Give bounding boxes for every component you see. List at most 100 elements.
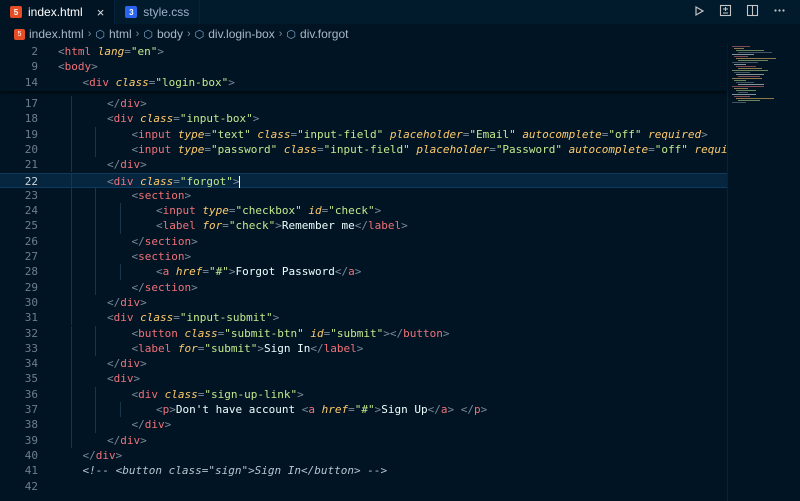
close-icon[interactable]: ×: [97, 5, 105, 20]
code-token: </: [107, 357, 121, 371]
code-token: >: [228, 75, 235, 89]
code-line[interactable]: 39 </div>: [0, 432, 727, 448]
indent-guide: [95, 417, 96, 433]
breadcrumb-file[interactable]: 5 index.html: [14, 27, 84, 41]
code-text: <label for="submit">Sign In</label>: [132, 341, 364, 356]
breadcrumb-forgot[interactable]: ⬡ div.forgot: [286, 27, 348, 41]
breadcrumb-html[interactable]: ⬡ html: [95, 27, 131, 41]
code-text: </div>: [107, 356, 147, 371]
code-token: "text": [211, 127, 251, 141]
code-token: >: [184, 188, 192, 202]
breadcrumb-login-box[interactable]: ⬡ div.login-box: [195, 27, 275, 41]
code-line[interactable]: 34 </div>: [0, 356, 727, 372]
sticky-scroll-header[interactable]: 2 <html lang="en"> 9 <body> 14 <div class="lo…: [0, 44, 727, 91]
code-line[interactable]: 17 </div>: [0, 96, 727, 112]
code-line[interactable]: 41 <!-- <button class="sign">Sign In</but…: [0, 463, 727, 478]
code-token: "input-field": [297, 127, 384, 141]
code-text: <label for="check">Remember me</label>: [156, 218, 408, 233]
code-line[interactable]: 33 <label for="submit">Sign In</label>: [0, 340, 727, 357]
line-number: 30: [24, 295, 38, 309]
code-line[interactable]: 36 <div class="sign-up-link">: [0, 386, 727, 402]
tab-index-html[interactable]: 5 index.html ×: [0, 0, 116, 24]
code-token: </: [427, 403, 441, 416]
breadcrumb-body[interactable]: ⬡ body: [143, 27, 183, 41]
code-token: div: [120, 158, 141, 172]
indent-guide: [70, 141, 72, 158]
code-line[interactable]: 9 <body>: [0, 59, 727, 74]
indent-guide: [70, 218, 72, 234]
code-token: div: [89, 75, 109, 89]
indent-guide: [70, 233, 72, 249]
code-line[interactable]: 27 <section>: [0, 249, 727, 265]
code-line[interactable]: 31 <div class="input-submit">: [0, 310, 727, 326]
minimap-line: [732, 94, 756, 95]
code-token: >: [480, 403, 488, 416]
code-line[interactable]: 24 <input type="checkbox" id="check">: [0, 203, 727, 219]
line-number: 37: [24, 403, 38, 416]
code-token: "submit-btn": [224, 326, 304, 340]
code-line[interactable]: 38 </div>: [0, 417, 727, 433]
indent-guide: [119, 264, 121, 280]
code-token: placeholder: [416, 142, 490, 156]
code-line[interactable]: 35 <div>: [0, 371, 727, 387]
code-token: type: [202, 204, 229, 218]
code-token: input: [138, 127, 172, 141]
code-line[interactable]: 2 <html lang="en">: [0, 44, 727, 59]
code-text: <div class="forgot">: [107, 174, 241, 189]
code-token: label: [367, 219, 402, 233]
code-token: >: [91, 60, 98, 74]
code-text: <html lang="en">: [58, 44, 164, 59]
code-token: "submit": [204, 341, 258, 355]
code-token: =: [204, 142, 211, 156]
code-line[interactable]: 21 </div>: [0, 157, 727, 173]
code-line[interactable]: 14 <div class="login-box">: [0, 75, 727, 90]
code-line[interactable]: 29 </section>: [0, 279, 727, 295]
code-line[interactable]: 26 </section>: [0, 233, 727, 249]
code-token: <: [107, 372, 114, 386]
code-token: </: [107, 158, 121, 172]
code-line[interactable]: 18 <div class="input-box">: [0, 111, 727, 127]
line-number: 2: [31, 45, 38, 58]
indent-guide: [70, 173, 72, 189]
code-editor[interactable]: 17 </div> 18 <div class="input-box"> 19 <inpu…: [0, 44, 727, 501]
more-actions-icon[interactable]: [773, 4, 786, 20]
code-line[interactable]: 32 <button class="submit-btn" id="submit"…: [0, 325, 727, 341]
minimap-line: [738, 92, 748, 93]
run-icon[interactable]: [693, 5, 705, 20]
code-token: type: [177, 142, 205, 156]
tab-style-css[interactable]: 3 style.css: [115, 0, 201, 24]
code-token: href: [175, 265, 203, 279]
code-token: </: [131, 234, 145, 248]
line-number: 34: [24, 357, 38, 371]
code-text: </section>: [132, 234, 198, 249]
code-line[interactable]: 23 <section>: [0, 187, 727, 204]
code-line[interactable]: 25 <label for="check">Remember me</label>: [0, 218, 727, 234]
code-token: =: [173, 311, 180, 325]
split-editor-icon[interactable]: [746, 4, 759, 20]
code-token: =: [222, 219, 229, 233]
code-token: div: [95, 448, 116, 462]
html5-icon: 5: [10, 6, 22, 18]
code-line[interactable]: 22 <div class="forgot">: [0, 172, 727, 189]
code-line[interactable]: 20 <input type="password" class="input-fi…: [0, 141, 727, 158]
minimap-line: [736, 66, 756, 67]
minimap-line: [738, 52, 772, 53]
minimap[interactable]: [727, 44, 800, 501]
code-line[interactable]: 30 </div>: [0, 294, 727, 311]
indent-guide: [70, 356, 72, 372]
line-number: 28: [24, 265, 38, 279]
code-token: >: [442, 326, 450, 340]
code-token: <: [58, 45, 65, 58]
code-line[interactable]: 28 <a href="#">Forgot Password</a>: [0, 264, 727, 280]
open-changes-icon[interactable]: [719, 4, 732, 20]
line-number: 33: [24, 341, 38, 355]
code-token: >: [164, 418, 172, 432]
code-token: "login-box": [155, 75, 229, 89]
code-line[interactable]: 37 <p>Don't have account <a href="#">Sign…: [0, 402, 727, 418]
code-line[interactable]: 19 <input type="text" class="input-field"…: [0, 126, 727, 142]
code-line[interactable]: 42: [0, 479, 727, 494]
code-line[interactable]: 40 </div>: [0, 448, 727, 463]
line-number: 29: [24, 280, 38, 294]
